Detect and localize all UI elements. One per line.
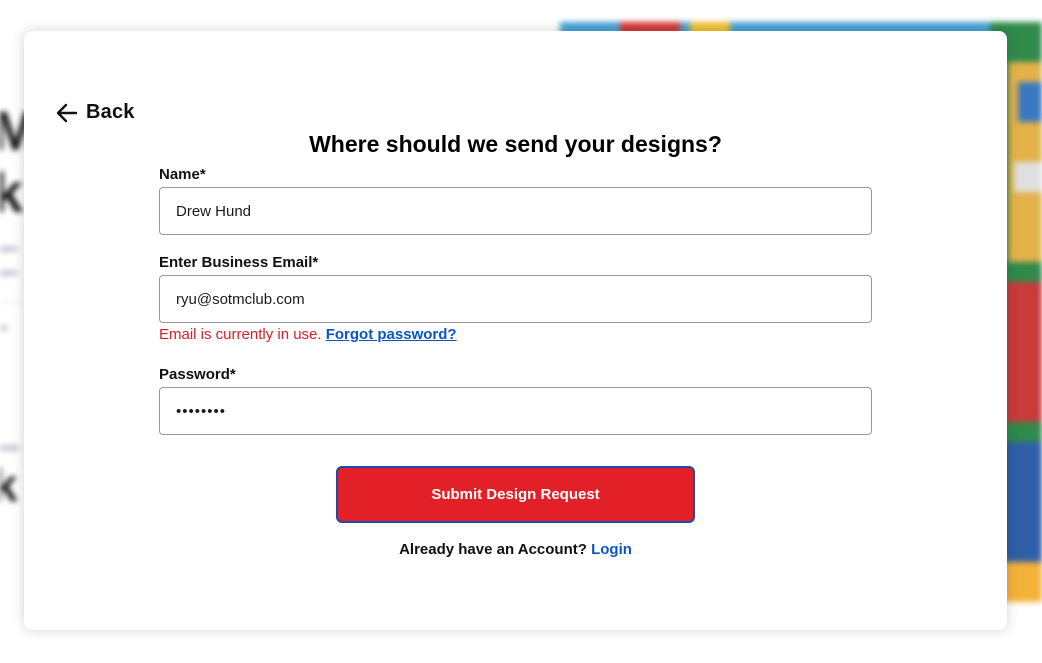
email-error-message: Email is currently in use. Forgot passwo… [159, 325, 457, 344]
email-field-group: Enter Business Email* [159, 253, 872, 323]
back-button[interactable]: Back [56, 101, 135, 124]
name-input[interactable] [159, 187, 872, 235]
arrow-left-icon [56, 103, 78, 123]
submit-design-request-button[interactable]: Submit Design Request [336, 466, 695, 523]
email-error-text: Email is currently in use. [159, 326, 322, 343]
login-prompt-text: Already have an Account? [399, 541, 587, 558]
password-label: Password* [159, 366, 236, 383]
background-heading-fragment: k [0, 459, 18, 511]
email-input[interactable] [159, 275, 872, 323]
login-prompt-line: Already have an Account? Login [24, 541, 1007, 558]
email-label: Enter Business Email* [159, 254, 319, 271]
password-field-group: Password* [159, 365, 872, 435]
name-label: Name* [159, 166, 206, 183]
background-heading-fragment: k [0, 161, 24, 224]
name-field-group: Name* [159, 165, 872, 235]
password-input[interactable] [159, 387, 872, 435]
background-text-line [0, 325, 8, 331]
background-text-line [0, 246, 18, 252]
design-request-modal: Back Where should we send your designs? … [24, 31, 1007, 630]
back-label: Back [86, 101, 135, 123]
modal-title: Where should we send your designs? [309, 131, 722, 157]
login-link[interactable]: Login [591, 541, 632, 558]
background-text-line [0, 270, 18, 276]
forgot-password-link[interactable]: Forgot password? [326, 326, 457, 343]
background-divider [0, 302, 24, 303]
background-text-line [0, 445, 20, 451]
